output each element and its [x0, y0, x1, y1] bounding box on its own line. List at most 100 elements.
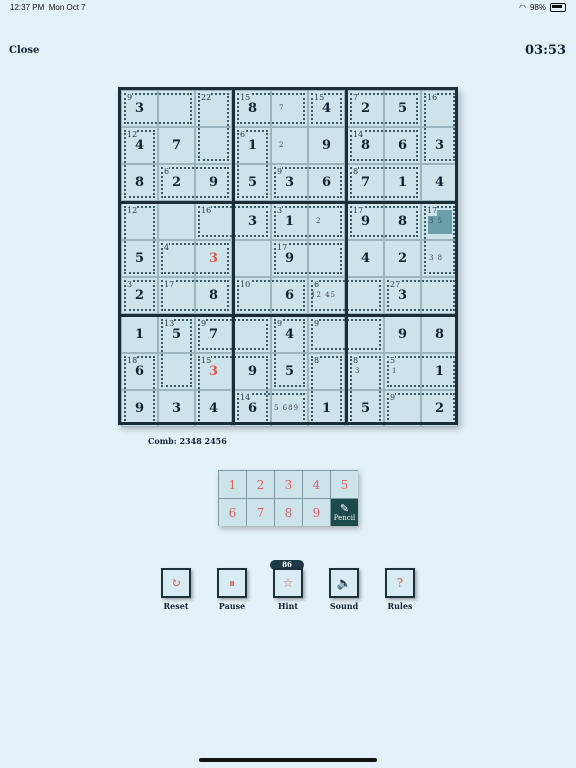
pencil-marks: 12 45: [311, 291, 337, 299]
grid-cell[interactable]: 8: [195, 277, 232, 314]
digit-key[interactable]: 4: [303, 471, 330, 498]
digit-key[interactable]: 3: [275, 471, 302, 498]
cell-value: 2: [434, 401, 445, 416]
grid-cell[interactable]: [195, 127, 232, 164]
grid-cell[interactable]: 1: [271, 203, 308, 240]
grid-cell[interactable]: 1: [384, 164, 421, 201]
grid-cell[interactable]: 5: [158, 316, 195, 353]
grid-cell[interactable]: [308, 203, 345, 240]
cell-value: 3: [284, 175, 295, 190]
grid-cell[interactable]: 3: [234, 203, 271, 240]
grid-cell[interactable]: 4: [121, 127, 158, 164]
grid-cell[interactable]: 2: [384, 240, 421, 277]
grid-cell[interactable]: 5: [121, 240, 158, 277]
cell-value: 2: [397, 251, 408, 266]
grid-cell[interactable]: 4: [421, 164, 458, 201]
grid-cell[interactable]: [158, 90, 195, 127]
grid-cell[interactable]: 8: [384, 203, 421, 240]
grid-cell[interactable]: 2: [347, 90, 384, 127]
box-border: [118, 87, 121, 425]
grid-cell[interactable]: 8: [234, 90, 271, 127]
grid-cell[interactable]: 5: [271, 353, 308, 390]
grid-cell[interactable]: 8: [121, 164, 158, 201]
grid-cell[interactable]: [195, 203, 232, 240]
reset-icon: ↻: [170, 576, 182, 590]
grid-cell[interactable]: [158, 353, 195, 390]
grid-cell[interactable]: [347, 353, 384, 390]
grid-cell[interactable]: 7: [347, 164, 384, 201]
grid-cell[interactable]: 9: [195, 164, 232, 201]
status-time: 12:37 PM: [10, 3, 45, 12]
grid-cell[interactable]: 4: [347, 240, 384, 277]
grid-cell[interactable]: [421, 277, 458, 314]
grid-cell[interactable]: 7: [158, 127, 195, 164]
digit-key[interactable]: 7: [247, 499, 274, 526]
status-bar: 12:37 PM Mon Oct 7 ◠ 98%: [0, 0, 576, 16]
digit-key[interactable]: 8: [275, 499, 302, 526]
digit-key[interactable]: 6: [219, 499, 246, 526]
grid-cell[interactable]: 3: [195, 240, 232, 277]
pause-button[interactable]: ⏸: [217, 568, 247, 598]
grid-cell[interactable]: 3: [271, 164, 308, 201]
grid-cell[interactable]: 6: [271, 277, 308, 314]
digit-key[interactable]: 2: [247, 471, 274, 498]
combination-text: Comb: 2348 2456: [148, 436, 227, 446]
grid-cell[interactable]: [121, 203, 158, 240]
grid-cell[interactable]: [158, 277, 195, 314]
grid-cell[interactable]: [347, 277, 384, 314]
grid-cell[interactable]: 3: [421, 127, 458, 164]
grid-cell[interactable]: [234, 240, 271, 277]
sound-button[interactable]: 🔈: [329, 568, 359, 598]
digit-key[interactable]: 5: [331, 471, 358, 498]
grid-cell[interactable]: [234, 316, 271, 353]
grid-cell[interactable]: 1: [234, 127, 271, 164]
grid-cell[interactable]: 7: [195, 316, 232, 353]
grid-cell[interactable]: 8: [421, 316, 458, 353]
grid-cell[interactable]: 6: [384, 127, 421, 164]
digit-key[interactable]: 1: [219, 471, 246, 498]
grid-cell[interactable]: [308, 240, 345, 277]
grid-cell[interactable]: 1: [121, 316, 158, 353]
grid-cell[interactable]: [384, 353, 421, 390]
grid-cell[interactable]: [308, 316, 345, 353]
reset-button[interactable]: ↻: [161, 568, 191, 598]
digit-key[interactable]: 9: [303, 499, 330, 526]
rules-button[interactable]: ?: [385, 568, 415, 598]
grid-cell[interactable]: 2: [121, 277, 158, 314]
grid-cell[interactable]: 1: [421, 353, 458, 390]
grid-cell[interactable]: 6: [121, 353, 158, 390]
grid-cell[interactable]: 5: [234, 164, 271, 201]
grid-cell[interactable]: [195, 90, 232, 127]
cell-value: 6: [397, 138, 408, 153]
pencil-button[interactable]: ✎ Pencil: [331, 499, 358, 526]
grid-cell[interactable]: 9: [347, 203, 384, 240]
grid-cell[interactable]: [234, 277, 271, 314]
close-button[interactable]: Close: [9, 45, 39, 56]
cell-value: 3: [397, 288, 408, 303]
grid-cell[interactable]: 9: [271, 240, 308, 277]
grid-cell[interactable]: [347, 316, 384, 353]
grid-cell[interactable]: [421, 90, 458, 127]
grid-cell[interactable]: 3: [121, 90, 158, 127]
grid-cell[interactable]: 2: [158, 164, 195, 201]
grid-cell[interactable]: 8: [347, 127, 384, 164]
grid-cell[interactable]: [308, 353, 345, 390]
grid-cell[interactable]: [271, 127, 308, 164]
star-icon: ☆: [282, 576, 294, 590]
rules-label: Rules: [387, 601, 413, 611]
grid-cell[interactable]: 9: [234, 353, 271, 390]
grid-cell[interactable]: [158, 240, 195, 277]
cell-value: 9: [360, 214, 371, 229]
grid-cell[interactable]: 4: [271, 316, 308, 353]
grid-cell[interactable]: 9: [384, 316, 421, 353]
grid-cell[interactable]: 9: [308, 127, 345, 164]
grid-cell[interactable]: [158, 203, 195, 240]
grid-cell[interactable]: 3: [195, 353, 232, 390]
grid-cell[interactable]: 4: [308, 90, 345, 127]
grid-cell[interactable]: [271, 90, 308, 127]
grid-cell[interactable]: 5: [384, 90, 421, 127]
grid-cell[interactable]: 3: [384, 277, 421, 314]
status-time-date: 12:37 PM Mon Oct 7: [10, 3, 86, 12]
hint-button[interactable]: ☆: [273, 568, 303, 598]
grid-cell[interactable]: 6: [308, 164, 345, 201]
